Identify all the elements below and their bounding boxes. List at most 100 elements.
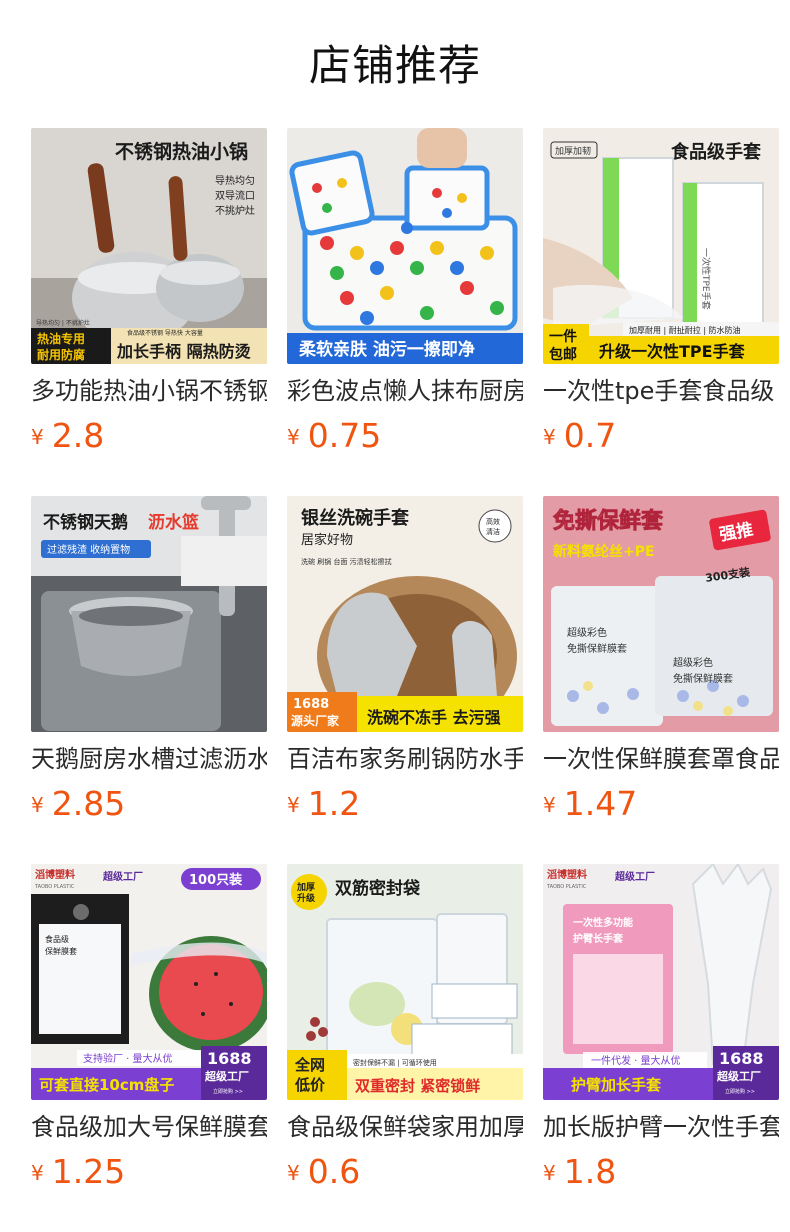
product-name[interactable]: 天鹅厨房水槽过滤沥水篮 (31, 742, 267, 776)
product-image[interactable]: 加厚加韧 食品级手套 一次性TPE手套 加厚耐用 | 耐扯耐拉 | 防水防油 一… (543, 128, 779, 364)
product-name[interactable]: 百洁布家务刷锅防水手套 (287, 742, 523, 776)
image-mini-tags: 加厚耐用 | 耐扯耐拉 | 防水防油 (629, 325, 741, 335)
product-card[interactable]: 银丝洗碗手套 居家好物 洗碗 刷锅 台面 污渍轻松擦拭 高效 清洁 1688 源… (287, 496, 523, 826)
image-headline-accent: 沥水篮 (148, 512, 199, 533)
price-value: 0.75 (307, 416, 382, 455)
image-banner: 洗碗不冻手 去污强 (367, 708, 501, 727)
image-pack-text: 超级彩色 (673, 656, 713, 669)
product-image[interactable]: 银丝洗碗手套 居家好物 洗碗 刷锅 台面 污渍轻松擦拭 高效 清洁 1688 源… (287, 496, 523, 732)
image-tags: 导热均匀 | 不挑炉灶 (36, 319, 90, 327)
image-slogan: 一件代发 · 量大从优 (591, 1054, 681, 1067)
product-image[interactable]: 不锈钢热油小锅 导热均匀 双导流口 不挑炉灶 导热均匀 | 不挑炉灶 热油专用 … (31, 128, 267, 364)
image-banner: 可套直接10cm盘子 (39, 1076, 174, 1094)
product-name[interactable]: 加长版护臂一次性手套 (543, 1110, 779, 1144)
price-value: 1.47 (563, 784, 638, 823)
product-name[interactable]: 食品级保鲜袋家用加厚 (287, 1110, 523, 1144)
image-pack-text: 一次性多功能 (573, 916, 633, 929)
image-pack-text: 保鲜膜套 (45, 946, 77, 956)
price-value: 0.7 (563, 416, 617, 455)
product-image[interactable]: 柔软亲肤 油污一擦即净 (287, 128, 523, 364)
image-factory: 超级工厂 (614, 870, 655, 883)
image-badge: 超级工厂 (204, 1069, 249, 1083)
image-pack-text: 免撕保鲜膜套 (567, 642, 627, 655)
image-banner: 柔软亲肤 油污一擦即净 (299, 339, 475, 360)
image-bullet: 导热均匀 (215, 174, 255, 187)
product-name[interactable]: 一次性tpe手套食品级 (543, 374, 779, 408)
product-card[interactable]: 滔博塑料 TAOBO PLASTIC 超级工厂 100只装 食品级 保鲜膜套 支… (31, 864, 267, 1194)
product-image[interactable]: 不锈钢天鹅 沥水篮 过滤残渣 收纳置物 (31, 496, 267, 732)
product-card[interactable]: 不锈钢天鹅 沥水篮 过滤残渣 收纳置物 天鹅厨房水槽过滤沥水篮 ¥2.85 (31, 496, 267, 826)
image-headline: 银丝洗碗手套 (301, 507, 409, 529)
product-price: ¥1.47 (543, 784, 637, 830)
product-name[interactable]: 多功能热油小锅不锈钢 (31, 374, 267, 408)
product-image[interactable]: 加厚 升级 双筋密封袋 全网 低价 密封保鲜不漏 | 可循环使用 双重密封 紧密… (287, 864, 523, 1100)
image-badge-link: 立即抢购 >> (725, 1088, 755, 1095)
image-badge: 超级工厂 (716, 1069, 761, 1083)
product-image[interactable]: 免撕保鲜套 新料氨纶丝+PE 强推 300支装 超级彩色 免撕保鲜膜套 超级彩色… (543, 496, 779, 732)
image-bullet: 不挑炉灶 (215, 204, 255, 217)
image-headline: 免撕保鲜套 (553, 508, 663, 534)
product-card[interactable]: 加厚 升级 双筋密封袋 全网 低价 密封保鲜不漏 | 可循环使用 双重密封 紧密… (287, 864, 523, 1194)
image-stamp: 清洁 (486, 527, 500, 536)
image-uses: 洗碗 刷锅 台面 污渍轻松擦拭 (301, 557, 392, 566)
image-banner: 护臂加长手套 (571, 1076, 662, 1094)
price-value: 0.6 (307, 1152, 361, 1191)
price-value: 1.2 (307, 784, 361, 823)
product-price: ¥0.7 (543, 416, 616, 462)
price-value: 1.8 (563, 1152, 617, 1191)
product-card[interactable]: 加厚加韧 食品级手套 一次性TPE手套 加厚耐用 | 耐扯耐拉 | 防水防油 一… (543, 128, 779, 458)
currency-symbol: ¥ (543, 793, 556, 817)
product-price: ¥2.8 (31, 416, 104, 462)
image-badge: 加厚加韧 (555, 145, 591, 157)
product-card[interactable]: 不锈钢热油小锅 导热均匀 双导流口 不挑炉灶 导热均匀 | 不挑炉灶 热油专用 … (31, 128, 267, 458)
price-value: 2.8 (51, 416, 105, 455)
image-brand: 滔博塑料 (35, 868, 75, 881)
price-value: 2.85 (51, 784, 126, 823)
image-badge: 1688 (719, 1049, 764, 1068)
currency-symbol: ¥ (31, 425, 44, 449)
image-banner: 双重密封 紧密锁鲜 (355, 1077, 480, 1095)
image-corner: 热油专用 (37, 331, 85, 346)
image-corner: 升级 (297, 892, 316, 904)
image-subline: 过滤残渣 收纳置物 (47, 543, 130, 556)
image-corner: 源头厂家 (291, 713, 340, 728)
currency-symbol: ¥ (287, 425, 300, 449)
product-image[interactable]: 滔博塑料 TAOBO PLASTIC 超级工厂 100只装 食品级 保鲜膜套 支… (31, 864, 267, 1100)
currency-symbol: ¥ (543, 425, 556, 449)
product-card[interactable]: 免撕保鲜套 新料氨纶丝+PE 强推 300支装 超级彩色 免撕保鲜膜套 超级彩色… (543, 496, 779, 826)
image-factory: 超级工厂 (102, 870, 143, 883)
currency-symbol: ¥ (31, 793, 44, 817)
image-banner: 加长手柄 隔热防烫 (116, 342, 252, 361)
image-headline: 不锈钢天鹅 (43, 512, 128, 533)
image-corner: 包邮 (549, 346, 577, 363)
image-subline: 新料氨纶丝+PE (553, 543, 655, 560)
product-image[interactable]: 滔博塑料 TAOBO PLASTIC 超级工厂 一次性多功能 护臂长手套 一件代… (543, 864, 779, 1100)
image-side: 全网 (294, 1056, 325, 1074)
price-value: 1.25 (51, 1152, 126, 1191)
image-count: 100只装 (189, 872, 242, 888)
product-price: ¥1.2 (287, 784, 360, 830)
product-name[interactable]: 一次性保鲜膜套罩食品 (543, 742, 779, 776)
image-headline: 食品级手套 (670, 141, 761, 163)
currency-symbol: ¥ (543, 1161, 556, 1185)
image-side: 低价 (294, 1076, 326, 1094)
image-corner: 1688 (293, 697, 329, 712)
product-price: ¥1.25 (31, 1152, 125, 1198)
currency-symbol: ¥ (287, 793, 300, 817)
currency-symbol: ¥ (287, 1161, 300, 1185)
image-corner: 耐用防腐 (37, 347, 85, 362)
image-badge-link: 立即抢购 >> (213, 1088, 243, 1095)
image-pack-text: 护臂长手套 (573, 932, 624, 945)
image-brand: 滔博塑料 (547, 868, 587, 881)
product-name[interactable]: 彩色波点懒人抹布厨房 (287, 374, 523, 408)
product-card[interactable]: 柔软亲肤 油污一擦即净 彩色波点懒人抹布厨房 ¥0.75 (287, 128, 523, 458)
image-headline: 双筋密封袋 (335, 878, 421, 899)
image-badge: 1688 (207, 1049, 252, 1068)
product-price: ¥2.85 (31, 784, 125, 830)
product-card[interactable]: 滔博塑料 TAOBO PLASTIC 超级工厂 一次性多功能 护臂长手套 一件代… (543, 864, 779, 1194)
image-banner: 升级一次性TPE手套 (599, 342, 746, 361)
image-corner: 加厚 (296, 881, 315, 893)
product-name[interactable]: 食品级加大号保鲜膜套罩 (31, 1110, 267, 1144)
image-pack-text: 食品级 (45, 934, 69, 944)
image-brand-en: TAOBO PLASTIC (34, 884, 75, 890)
